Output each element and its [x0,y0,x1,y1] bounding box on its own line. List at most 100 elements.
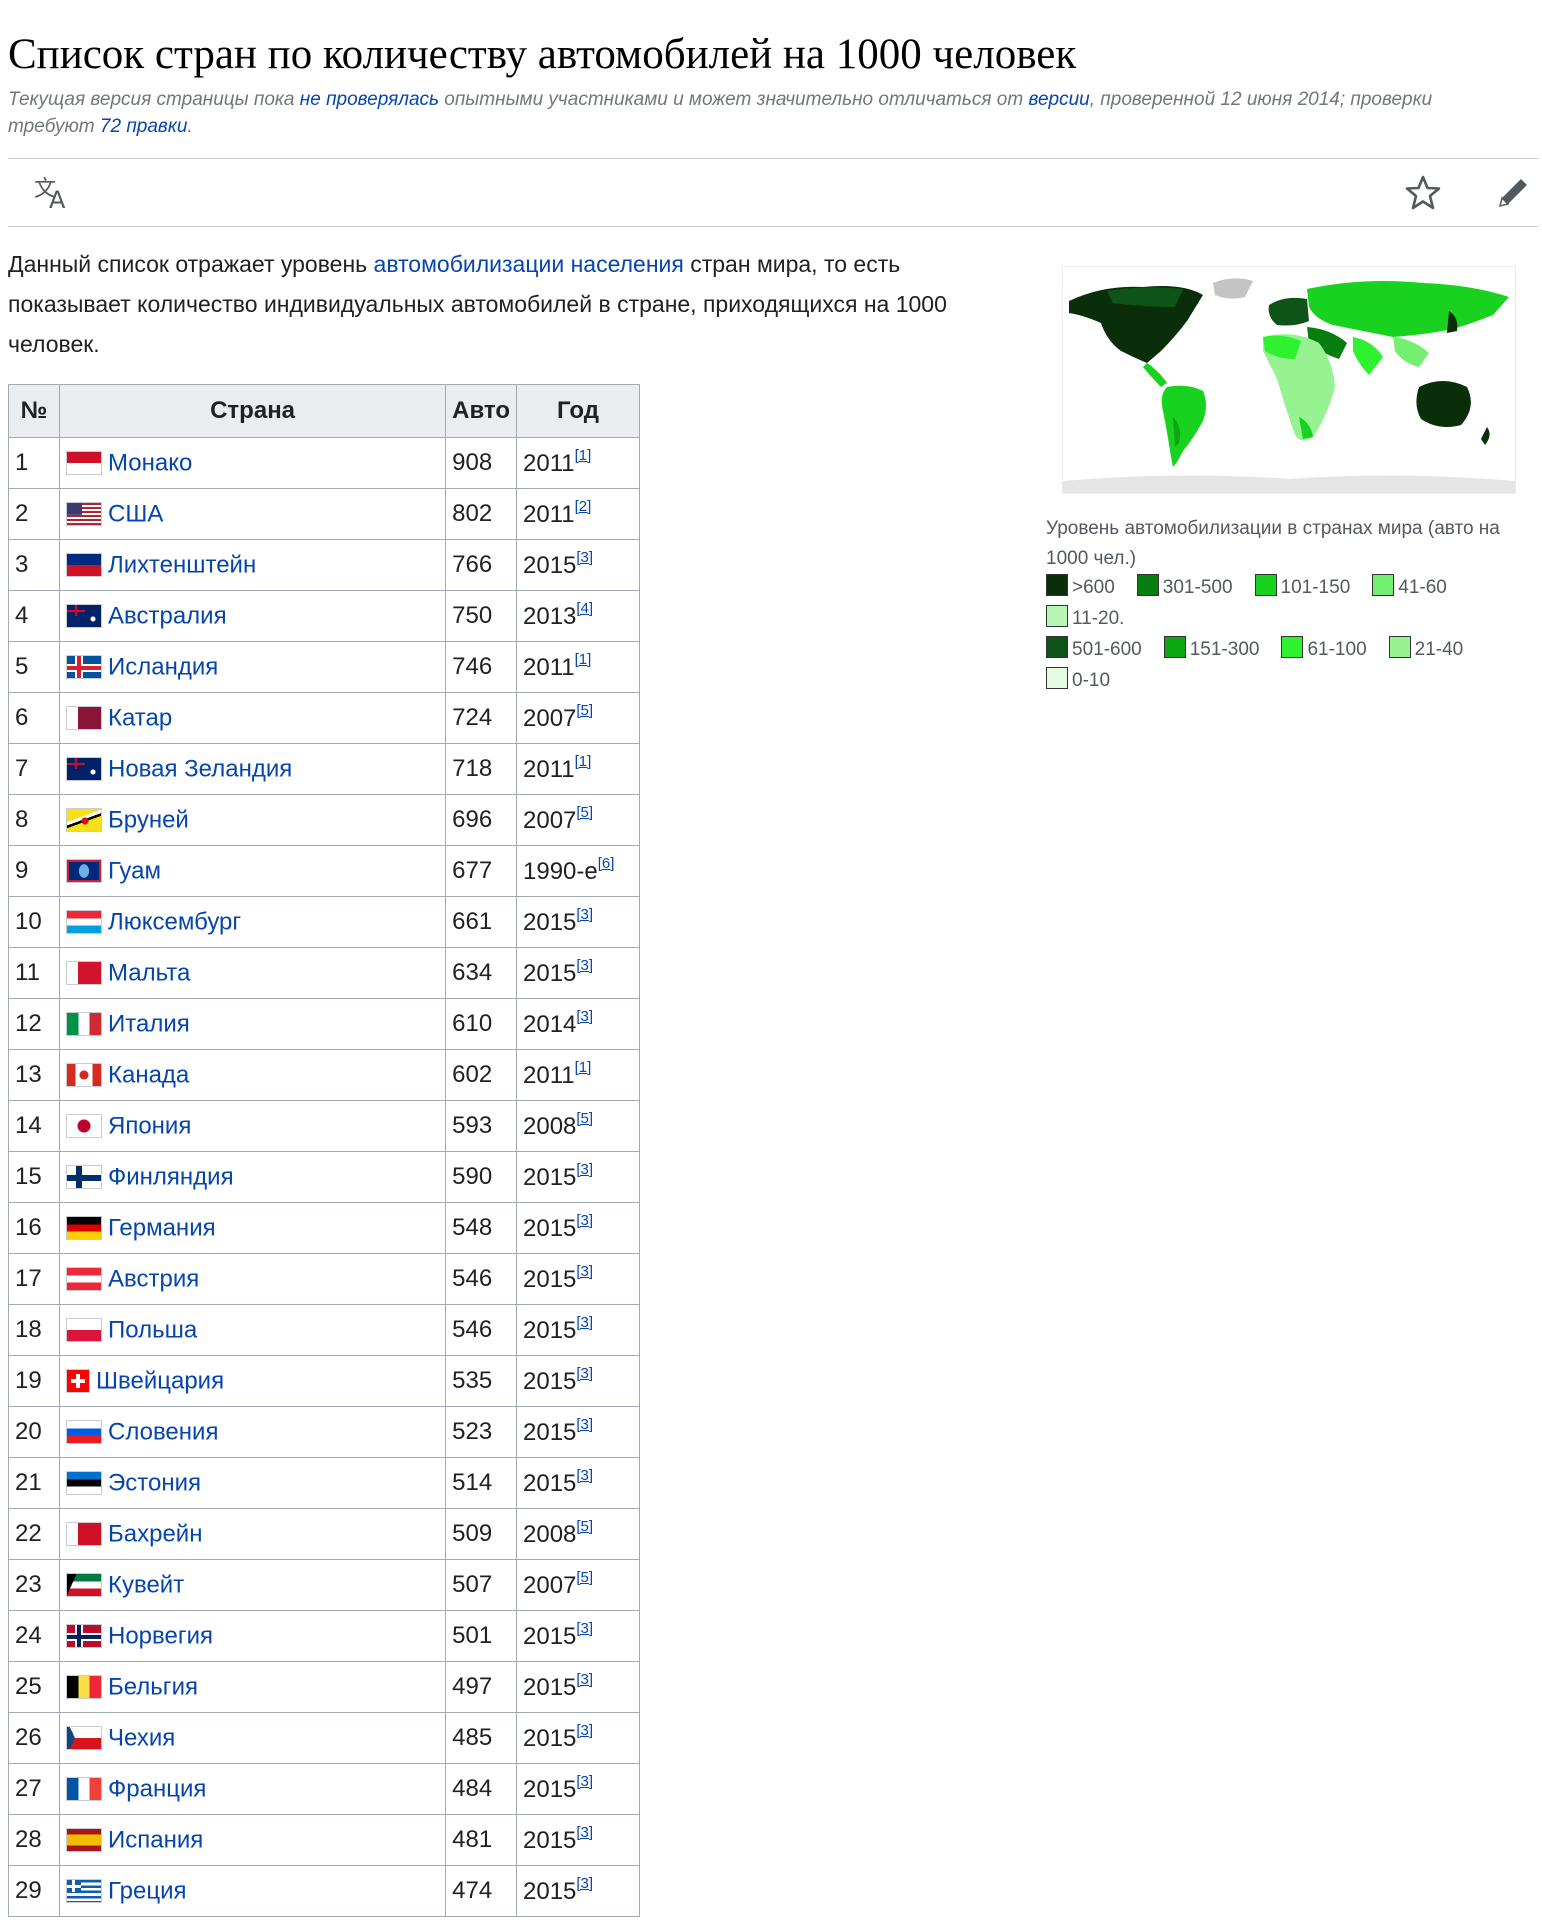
flag-icon [66,1318,102,1343]
table-row: 15 Финляндия 590 2015[3] [8,1151,640,1203]
table-row: 16 Германия 548 2015[3] [8,1202,640,1254]
year-value: 2011 [523,755,575,783]
col-header-cars[interactable]: Авто [445,384,517,438]
cars-cell: 481 [445,1814,517,1866]
col-header-number[interactable]: № [8,384,60,438]
reference-link[interactable]: [5] [576,702,593,719]
country-link[interactable]: Кувейт [108,1571,184,1598]
reference-link[interactable]: [3] [576,957,593,974]
reference-link[interactable]: [3] [576,1314,593,1331]
year-value: 2015 [523,1265,577,1293]
reference-link[interactable]: [3] [576,1722,593,1739]
rank-cell: 23 [8,1559,60,1611]
reference-link[interactable]: [3] [576,1467,593,1484]
reference-link[interactable]: [5] [576,804,593,821]
legend-label: 61-100 [1307,639,1367,660]
country-link[interactable]: Германия [108,1214,216,1241]
cars-per-capita-table: № Страна Авто Год 1 Монако 908 2011[1] 2 США 8… [8,384,640,1917]
year-cell: 2015[3] [516,1151,640,1203]
reference-link[interactable]: [3] [576,1416,593,1433]
country-link[interactable]: Монако [108,449,192,476]
table-row: 26 Чехия 485 2015[3] [8,1712,640,1764]
reference-link[interactable]: [2] [575,498,592,515]
reference-link[interactable]: [3] [576,1212,593,1229]
country-link[interactable]: Норвегия [108,1622,213,1649]
country-link[interactable]: Италия [108,1010,190,1037]
rank-cell: 22 [8,1508,60,1560]
legend-row: 0-10 [1046,665,1540,696]
cars-cell: 593 [445,1100,517,1152]
country-link[interactable]: Исландия [108,653,218,680]
country-link[interactable]: Чехия [108,1724,175,1751]
reference-link[interactable]: [3] [576,1365,593,1382]
rank-cell: 11 [8,947,60,999]
country-link[interactable]: США [108,500,163,527]
country-link[interactable]: Гуам [108,857,161,884]
reference-link[interactable]: [3] [576,1773,593,1790]
country-link[interactable]: Бахрейн [108,1520,202,1547]
col-header-year[interactable]: Год [516,384,640,438]
reviewed-version-link[interactable]: версии [1028,89,1089,110]
reference-link[interactable]: [3] [576,1875,593,1892]
reference-link[interactable]: [5] [576,1518,593,1535]
col-header-country[interactable]: Страна [58,384,447,438]
country-link[interactable]: Катар [108,704,172,731]
pending-edits-link[interactable]: 72 правки [100,116,187,137]
country-link[interactable]: Греция [108,1877,187,1904]
reference-link[interactable]: [3] [576,549,593,566]
year-value: 2015 [523,1877,577,1905]
cars-cell: 523 [445,1406,517,1458]
reference-link[interactable]: [1] [575,447,592,464]
reference-link[interactable]: [3] [576,906,593,923]
reference-link[interactable]: [3] [576,1620,593,1637]
country-link[interactable]: Лихтенштейн [108,551,256,578]
country-link[interactable]: Польша [108,1316,197,1343]
legend-row: 11-20. [1046,603,1540,634]
country-link[interactable]: Финляндия [108,1163,234,1190]
country-link[interactable]: Бельгия [108,1673,198,1700]
flag-icon [66,604,102,629]
reference-link[interactable]: [4] [576,600,593,617]
reference-link[interactable]: [1] [575,753,592,770]
country-link[interactable]: Люксембург [108,908,241,935]
legend-label: 101-150 [1280,577,1351,598]
country-link[interactable]: Словения [108,1418,218,1445]
country-link[interactable]: Эстония [108,1469,201,1496]
reference-link[interactable]: [5] [576,1569,593,1586]
table-row: 11 Мальта 634 2015[3] [8,947,640,999]
translate-icon[interactable]: 文 A [32,172,74,214]
reference-link[interactable]: [1] [575,651,592,668]
reference-link[interactable]: [3] [576,1008,593,1025]
toolbar-bottom-divider [8,226,1538,227]
year-cell: 2015[3] [516,1406,640,1458]
year-value: 2015 [523,1163,577,1191]
country-link[interactable]: Франция [108,1775,206,1802]
reference-link[interactable]: [6] [598,855,615,872]
reference-link[interactable]: [3] [576,1263,593,1280]
year-value: 2015 [523,1214,577,1242]
country-link[interactable]: Канада [108,1061,189,1088]
country-link[interactable]: Новая Зеландия [108,755,292,782]
country-link[interactable]: Австрия [108,1265,199,1292]
legend-label: 151-300 [1189,639,1260,660]
country-link[interactable]: Швейцария [96,1367,224,1394]
country-link[interactable]: Япония [108,1112,191,1139]
country-link[interactable]: Бруней [108,806,189,833]
reference-link[interactable]: [3] [576,1824,593,1841]
reference-link[interactable]: [3] [576,1671,593,1688]
star-icon[interactable] [1402,172,1444,214]
not-reviewed-link[interactable]: не проверялась [300,89,439,110]
reference-link[interactable]: [5] [576,1110,593,1127]
country-link[interactable]: Испания [108,1826,203,1853]
pencil-icon[interactable] [1492,172,1534,214]
world-map-thumbnail[interactable] [1062,266,1516,494]
country-cell: Лихтенштейн [58,539,447,591]
reference-link[interactable]: [3] [576,1161,593,1178]
motorization-link[interactable]: автомобилизации населения [374,251,684,277]
country-link[interactable]: Австралия [108,602,227,629]
table-row: 19 Швейцария 535 2015[3] [8,1355,640,1407]
rank-cell: 14 [8,1100,60,1152]
country-link[interactable]: Мальта [108,959,190,986]
country-cell: Чехия [58,1712,447,1764]
reference-link[interactable]: [1] [575,1059,592,1076]
